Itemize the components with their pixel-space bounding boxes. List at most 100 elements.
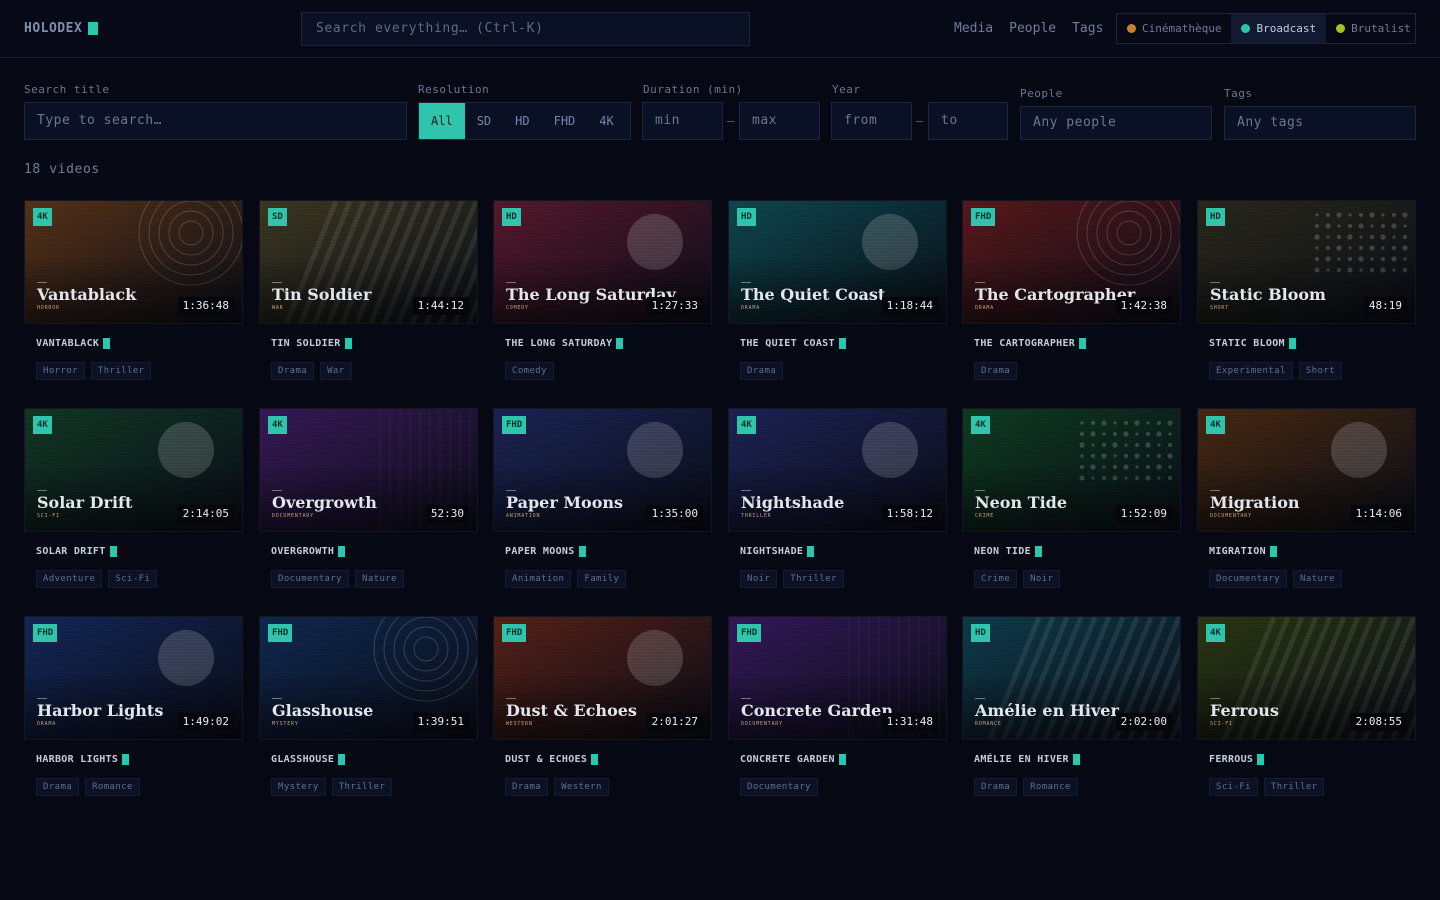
video-title[interactable]: GLASSHOUSE (271, 754, 346, 765)
video-title[interactable]: SOLAR DRIFT (36, 546, 117, 557)
video-thumbnail[interactable]: FHD Concrete Garden DOCUMENTARY 1:31:48 (728, 616, 947, 740)
tag-chip[interactable]: Drama (505, 778, 549, 796)
resolution-option-fhd[interactable]: FHD (542, 103, 588, 139)
video-title[interactable]: HARBOR LIGHTS (36, 754, 130, 765)
year-to-input[interactable]: to (928, 102, 1008, 140)
video-thumbnail[interactable]: HD The Quiet Coast DRAMA 1:18:44 (728, 200, 947, 324)
theme-brutalist[interactable]: Brutalist (1326, 14, 1421, 43)
theme-broadcast[interactable]: Broadcast (1231, 14, 1327, 43)
video-card[interactable]: HD The Long Saturday COMEDY 1:27:33 THE LONG… (493, 200, 712, 390)
video-thumbnail[interactable]: FHD Glasshouse MYSTERY 1:39:51 (259, 616, 478, 740)
people-filter-input[interactable]: Any people (1020, 106, 1212, 140)
theme-cinematheque[interactable]: Cinémathèque (1117, 14, 1231, 43)
video-title[interactable]: NEON TIDE (974, 546, 1042, 557)
video-thumbnail[interactable]: 4K Migration DOCUMENTARY 1:14:06 (1197, 408, 1416, 532)
video-card[interactable]: FHD Paper Moons ANIMATION 1:35:00 PAPER MOON… (493, 408, 712, 598)
video-title[interactable]: MIGRATION (1209, 546, 1277, 557)
video-card[interactable]: 4K Migration DOCUMENTARY 1:14:06 MIGRATION Do… (1197, 408, 1416, 598)
tag-chip[interactable]: Mystery (271, 778, 326, 796)
tag-chip[interactable]: Drama (974, 362, 1018, 380)
video-card[interactable]: FHD Glasshouse MYSTERY 1:39:51 GLASSHOUSE Mys… (259, 616, 478, 806)
tag-chip[interactable]: Crime (974, 570, 1018, 588)
video-card[interactable]: 4K Solar Drift SCI-FI 2:14:05 SOLAR DRIFT Adv… (24, 408, 243, 598)
video-card[interactable]: FHD Concrete Garden DOCUMENTARY 1:31:48 CONC… (728, 616, 947, 806)
video-thumbnail[interactable]: FHD Harbor Lights DRAMA 1:49:02 (24, 616, 243, 740)
video-title[interactable]: OVERGROWTH (271, 546, 346, 557)
tag-chip[interactable]: Romance (85, 778, 140, 796)
video-card[interactable]: SD Tin Soldier WAR 1:44:12 TIN SOLDIER Drama W… (259, 200, 478, 390)
resolution-option-4k[interactable]: 4K (587, 103, 625, 139)
video-thumbnail[interactable]: HD Amélie en Hiver ROMANCE 2:02:00 (962, 616, 1181, 740)
video-thumbnail[interactable]: HD Static Bloom SHORT 48:19 (1197, 200, 1416, 324)
video-title[interactable]: AMÉLIE EN HIVER (974, 754, 1080, 765)
video-card[interactable]: HD Static Bloom SHORT 48:19 STATIC BLOOM Expe… (1197, 200, 1416, 390)
tag-chip[interactable]: Romance (1023, 778, 1078, 796)
tag-chip[interactable]: Documentary (1209, 570, 1288, 588)
resolution-option-hd[interactable]: HD (503, 103, 541, 139)
video-title[interactable]: FERROUS (1209, 754, 1265, 765)
video-card[interactable]: 4K Vantablack HORROR 1:36:48 VANTABLACK Horro… (24, 200, 243, 390)
video-title[interactable]: THE LONG SATURDAY (505, 338, 624, 349)
video-thumbnail[interactable]: 4K Neon Tide CRIME 1:52:09 (962, 408, 1181, 532)
video-thumbnail[interactable]: SD Tin Soldier WAR 1:44:12 (259, 200, 478, 324)
tag-chip[interactable]: Sci-Fi (1209, 778, 1258, 796)
nav-people[interactable]: People (1009, 21, 1056, 36)
nav-media[interactable]: Media (954, 21, 993, 36)
video-card[interactable]: FHD The Cartographer DRAMA 1:42:38 THE CARTO… (962, 200, 1181, 390)
video-card[interactable]: FHD Dust & Echoes WESTERN 2:01:27 DUST & ECH… (493, 616, 712, 806)
video-thumbnail[interactable]: FHD Paper Moons ANIMATION 1:35:00 (493, 408, 712, 532)
video-card[interactable]: HD The Quiet Coast DRAMA 1:18:44 THE QUIET C… (728, 200, 947, 390)
tag-chip[interactable]: Family (577, 570, 627, 588)
tag-chip[interactable]: Drama (36, 778, 80, 796)
video-card[interactable]: 4K Ferrous SCI-FI 2:08:55 FERROUS Sci-Fi Thril… (1197, 616, 1416, 806)
video-card[interactable]: 4K Neon Tide CRIME 1:52:09 NEON TIDE Crime Noi… (962, 408, 1181, 598)
tag-chip[interactable]: Noir (740, 570, 778, 588)
tag-chip[interactable]: Thriller (783, 570, 844, 588)
tag-chip[interactable]: Thriller (90, 362, 152, 380)
tag-chip[interactable]: Thriller (331, 778, 393, 796)
tag-chip[interactable]: Comedy (505, 362, 554, 380)
global-search-input[interactable]: Search everything… (Ctrl-K) (301, 12, 750, 46)
video-title[interactable]: NIGHTSHADE (740, 546, 815, 557)
video-card[interactable]: 4K Nightshade THRILLER 1:58:12 NIGHTSHADE Noi… (728, 408, 947, 598)
video-card[interactable]: FHD Harbor Lights DRAMA 1:49:02 HARBOR LIGHT… (24, 616, 243, 806)
tag-chip[interactable]: Nature (1293, 570, 1342, 588)
tag-chip[interactable]: Thriller (1263, 778, 1325, 796)
video-card[interactable]: 4K Overgrowth DOCUMENTARY 52:30 OVERGROWTH Do… (259, 408, 478, 598)
year-from-input[interactable]: from (831, 102, 912, 140)
title-search-input[interactable]: Type to search… (24, 102, 407, 140)
tag-chip[interactable]: War (320, 362, 352, 380)
duration-max-input[interactable]: max (739, 102, 820, 140)
video-thumbnail[interactable]: 4K Ferrous SCI-FI 2:08:55 (1197, 616, 1416, 740)
video-thumbnail[interactable]: FHD Dust & Echoes WESTERN 2:01:27 (493, 616, 712, 740)
tag-chip[interactable]: Noir (1023, 570, 1061, 588)
duration-min-input[interactable]: min (642, 102, 723, 140)
tag-chip[interactable]: Animation (505, 570, 572, 588)
tag-chip[interactable]: Documentary (271, 570, 350, 588)
tag-chip[interactable]: Drama (974, 778, 1018, 796)
resolution-option-all[interactable]: All (419, 103, 465, 139)
video-title[interactable]: STATIC BLOOM (1209, 338, 1296, 349)
tag-chip[interactable]: Western (554, 778, 609, 796)
tag-chip[interactable]: Adventure (36, 570, 103, 588)
video-card[interactable]: HD Amélie en Hiver ROMANCE 2:02:00 AMÉLIE EN… (962, 616, 1181, 806)
video-thumbnail[interactable]: FHD The Cartographer DRAMA 1:42:38 (962, 200, 1181, 324)
tag-chip[interactable]: Drama (271, 362, 315, 380)
video-title[interactable]: THE QUIET COAST (740, 338, 846, 349)
video-thumbnail[interactable]: HD The Long Saturday COMEDY 1:27:33 (493, 200, 712, 324)
tag-chip[interactable]: Horror (36, 362, 85, 380)
tag-chip[interactable]: Drama (740, 362, 784, 380)
video-title[interactable]: THE CARTOGRAPHER (974, 338, 1087, 349)
tag-chip[interactable]: Sci-Fi (108, 570, 158, 588)
tag-chip[interactable]: Documentary (740, 778, 819, 796)
tag-chip[interactable]: Nature (355, 570, 404, 588)
logo[interactable]: HOLODEX (24, 21, 99, 36)
video-title[interactable]: VANTABLACK (36, 338, 111, 349)
resolution-option-sd[interactable]: SD (465, 103, 503, 139)
video-title[interactable]: PAPER MOONS (505, 546, 586, 557)
nav-tags[interactable]: Tags (1072, 21, 1103, 36)
video-thumbnail[interactable]: 4K Solar Drift SCI-FI 2:14:05 (24, 408, 243, 532)
video-thumbnail[interactable]: 4K Vantablack HORROR 1:36:48 (24, 200, 243, 324)
video-title[interactable]: CONCRETE GARDEN (740, 754, 846, 765)
video-thumbnail[interactable]: 4K Nightshade THRILLER 1:58:12 (728, 408, 947, 532)
